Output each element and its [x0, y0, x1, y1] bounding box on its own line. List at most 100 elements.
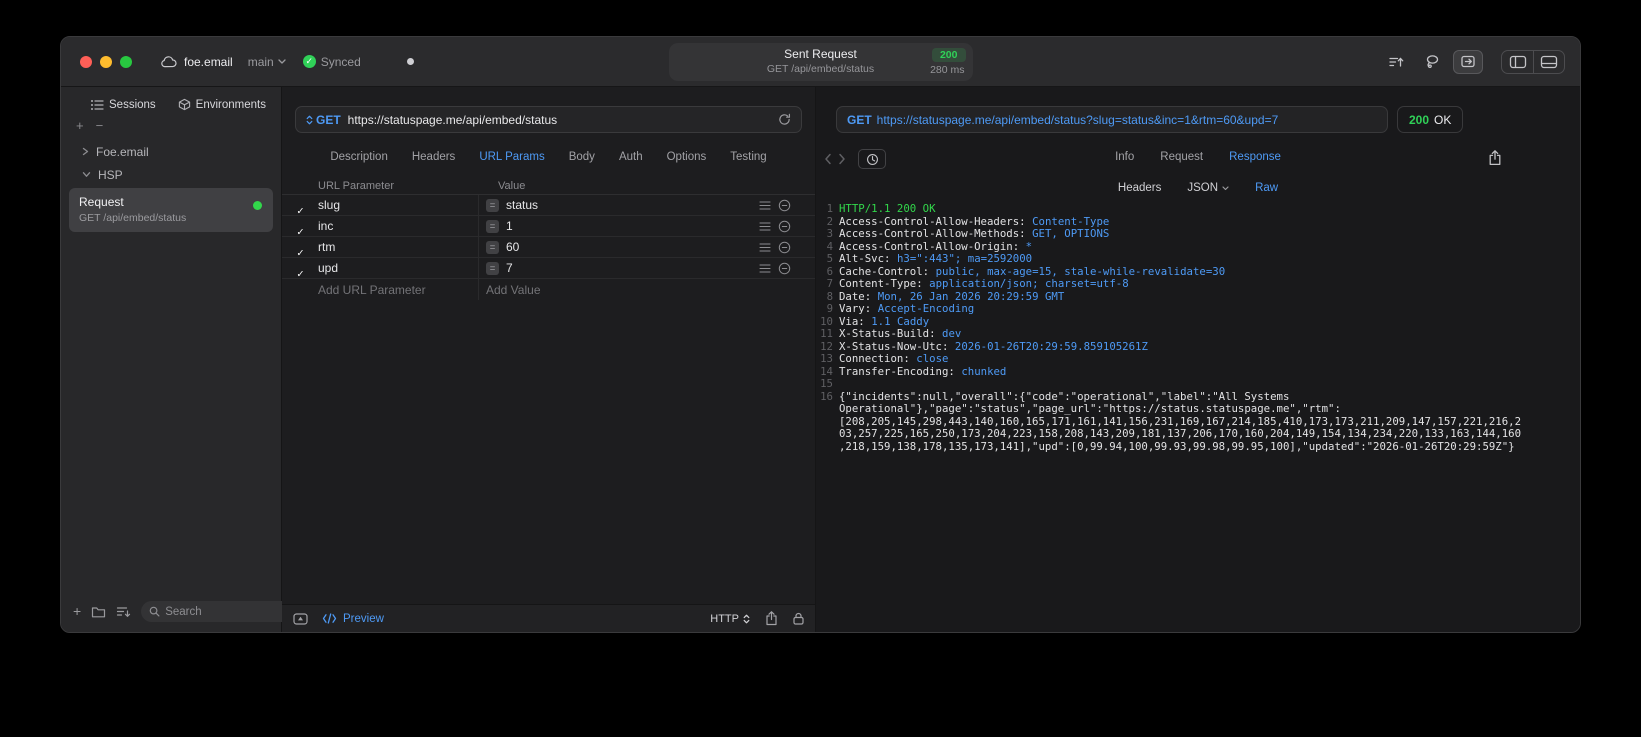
resend-request-button[interactable] [778, 113, 791, 126]
tree-group-hsp[interactable]: HSP [61, 163, 281, 186]
clock-icon [866, 153, 878, 165]
remove-param-button[interactable] [778, 241, 791, 254]
tab-info[interactable]: Info [1115, 151, 1134, 163]
method-selector[interactable]: GET [306, 113, 341, 127]
tab-headers[interactable]: Headers [412, 151, 455, 163]
search-icon [149, 606, 160, 617]
param-row-actions [759, 199, 805, 212]
tab-body[interactable]: Body [569, 151, 595, 163]
toggle-console-button[interactable] [1533, 50, 1564, 73]
preview-label: Preview [343, 612, 384, 625]
response-blank-line: 15 [816, 377, 1524, 391]
drag-handle-icon[interactable] [759, 242, 771, 252]
response-body-json: {"incidents":null,"overall":{"code":"ope… [839, 389, 1522, 453]
tree-group-foe-email[interactable]: Foe.email [61, 140, 281, 163]
sent-request-url[interactable]: GET https://statuspage.me/api/embed/stat… [836, 106, 1388, 133]
sort-filter-button[interactable] [116, 606, 131, 618]
remove-param-button[interactable] [778, 220, 791, 233]
forward-icon[interactable] [838, 153, 846, 165]
view-json-selector[interactable]: JSON [1187, 182, 1229, 194]
add-item-button[interactable] [76, 121, 84, 131]
project-name[interactable]: foe.email [184, 55, 233, 69]
tab-testing[interactable]: Testing [730, 151, 766, 163]
header-value: chunked [961, 364, 1007, 378]
line-number: 9 [826, 302, 833, 315]
new-request-button[interactable] [73, 603, 81, 621]
header-name: Content-Type: [839, 277, 923, 290]
preview-button[interactable]: Preview [322, 613, 384, 625]
project-info: foe.email main ✓ Synced [160, 55, 414, 69]
param-row: slug status [282, 195, 815, 216]
drag-handle-icon[interactable] [759, 221, 771, 231]
add-url-parameter-field[interactable]: Add URL Parameter [318, 283, 478, 297]
param-value-field[interactable]: status [506, 198, 538, 212]
share-icon [1489, 150, 1501, 166]
organize-requests-button[interactable] [1381, 50, 1411, 74]
param-name-field[interactable]: inc [318, 219, 478, 233]
history-button[interactable] [858, 149, 886, 169]
back-icon[interactable] [824, 153, 832, 165]
method-chevrons-icon [306, 115, 313, 124]
header-value: public, max-age=15, stale-while-revalida… [935, 264, 1226, 278]
method-label: GET [316, 112, 341, 127]
refresh-icon [779, 113, 791, 125]
add-value-cell: Add Value [478, 279, 759, 300]
remove-item-button[interactable] [96, 121, 104, 131]
sort-filter-icon [117, 606, 131, 617]
drag-handle-icon[interactable] [759, 263, 771, 273]
tab-sessions[interactable]: Sessions [91, 98, 156, 111]
remove-param-button[interactable] [778, 262, 791, 275]
history-navigation [824, 149, 886, 169]
tab-options[interactable]: Options [667, 151, 707, 163]
param-name-field[interactable]: slug [318, 198, 478, 212]
view-headers[interactable]: Headers [1118, 182, 1161, 194]
sidebar-item-request[interactable]: Request GET /api/embed/status [69, 188, 273, 232]
header-value: Accept-Encoding [877, 302, 975, 315]
param-value-field[interactable]: 1 [506, 219, 513, 233]
protocol-selector[interactable]: HTTP [710, 613, 750, 625]
text-type-icon [486, 261, 499, 275]
zoom-window-button[interactable] [120, 55, 132, 68]
share-response-button[interactable] [1488, 150, 1502, 166]
param-name-field[interactable]: upd [318, 261, 478, 275]
header-name: Access-Control-Allow-Headers: [839, 214, 1026, 228]
header-name: Via: [839, 314, 865, 328]
tree-group-label: Foe.email [96, 144, 149, 159]
export-panel-button[interactable] [1453, 49, 1483, 74]
tab-url-params[interactable]: URL Params [479, 151, 544, 163]
sidebar-footer [61, 601, 328, 632]
header-value: application/json; charset=utf-8 [929, 277, 1129, 290]
param-value-cell: 7 [478, 258, 759, 278]
drag-handle-icon[interactable] [759, 200, 771, 210]
folder-icon [92, 606, 106, 617]
unsaved-indicator-dot [406, 58, 414, 65]
toggle-sidebar-button[interactable] [1502, 51, 1533, 73]
add-value-field[interactable]: Add Value [486, 283, 541, 297]
sync-status[interactable]: ✓ Synced [302, 55, 361, 69]
request-url-bar: GET https://statuspage.me/api/embed/stat… [295, 106, 802, 133]
expand-console-button[interactable] [293, 612, 308, 625]
remove-param-button[interactable] [778, 199, 791, 212]
tab-request[interactable]: Request [1160, 151, 1203, 163]
share-request-button[interactable] [765, 611, 778, 626]
tab-sessions-label: Sessions [109, 98, 156, 111]
tab-auth[interactable]: Auth [619, 151, 643, 163]
request-url-field[interactable]: https://statuspage.me/api/embed/status [348, 113, 771, 127]
lasso-tool-button[interactable] [1417, 50, 1447, 74]
tab-environments[interactable]: Environments [178, 98, 266, 111]
cloud-sync-icon [160, 55, 177, 68]
new-group-button[interactable] [91, 606, 106, 618]
close-window-button[interactable] [80, 55, 92, 68]
header-name: Transfer-Encoding: [839, 364, 955, 378]
lock-button[interactable] [793, 612, 804, 625]
sent-request-widget[interactable]: Sent Request GET /api/embed/status 200 2… [668, 43, 973, 81]
tab-description[interactable]: Description [330, 151, 388, 163]
param-name-field[interactable]: rtm [318, 240, 478, 254]
branch-name: main [247, 54, 274, 69]
tab-response[interactable]: Response [1229, 151, 1281, 163]
param-value-field[interactable]: 60 [506, 240, 519, 254]
view-raw[interactable]: Raw [1255, 182, 1278, 194]
branch-selector[interactable]: main [248, 55, 286, 69]
param-value-field[interactable]: 7 [506, 261, 513, 275]
minimize-window-button[interactable] [100, 55, 112, 68]
